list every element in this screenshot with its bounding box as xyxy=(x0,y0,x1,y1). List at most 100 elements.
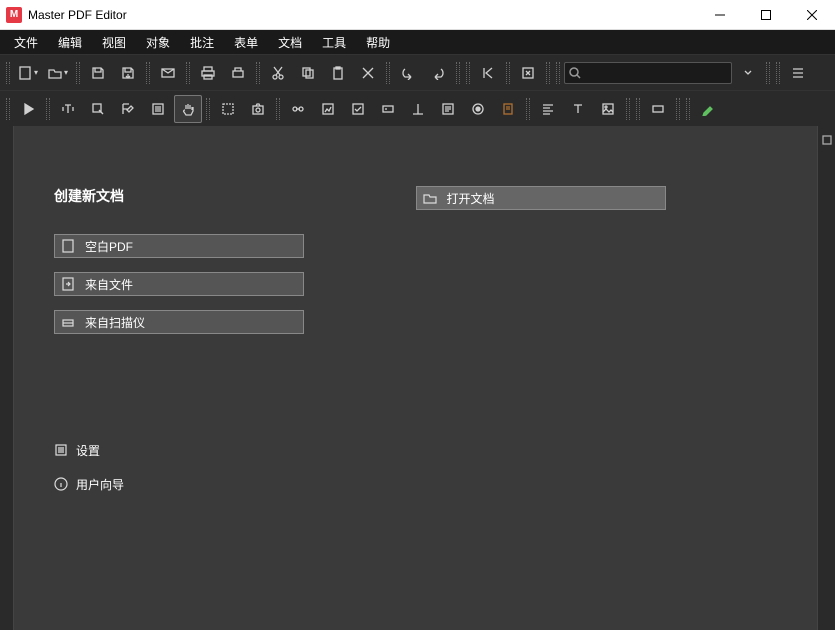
separator xyxy=(634,91,642,126)
app-icon: M xyxy=(6,7,22,23)
play-tool-button[interactable] xyxy=(14,95,42,123)
separator xyxy=(74,55,82,90)
separator xyxy=(254,55,262,90)
hand-tool-button[interactable] xyxy=(174,95,202,123)
window-title: Master PDF Editor xyxy=(28,8,127,22)
blank-page-icon xyxy=(61,239,75,253)
note-tool-button[interactable] xyxy=(434,95,462,123)
open-file-button[interactable]: 打开文档 xyxy=(416,186,666,210)
edit-object-tool-button[interactable] xyxy=(84,95,112,123)
user-guide-link[interactable]: 用户向导 xyxy=(54,472,124,496)
text-select-tool-button[interactable] xyxy=(54,95,82,123)
main-area: 创建新文档 空白PDF 来自文件 来自扫描仪 设置 用户向 xyxy=(0,126,835,630)
import-file-icon xyxy=(61,277,75,291)
marquee-tool-button[interactable] xyxy=(214,95,242,123)
separator xyxy=(4,91,12,126)
separator xyxy=(274,91,282,126)
copy-button[interactable] xyxy=(294,59,322,87)
vertical-line-tool-button[interactable] xyxy=(404,95,432,123)
blank-pdf-label: 空白PDF xyxy=(85,238,133,255)
separator xyxy=(144,55,152,90)
watermark-tool-button[interactable] xyxy=(314,95,342,123)
separator xyxy=(554,55,562,90)
menu-edit[interactable]: 编辑 xyxy=(48,31,92,54)
hamburger-menu-button[interactable] xyxy=(784,59,812,87)
align-tool-button[interactable] xyxy=(534,95,562,123)
marker-tool-button[interactable] xyxy=(694,95,722,123)
toolbar-tools xyxy=(0,90,835,126)
from-file-label: 来自文件 xyxy=(85,276,133,293)
delete-button[interactable] xyxy=(354,59,382,87)
user-guide-label: 用户向导 xyxy=(76,476,124,493)
attachment-tool-button[interactable] xyxy=(494,95,522,123)
minimize-button[interactable] xyxy=(697,0,743,30)
separator xyxy=(524,91,532,126)
blank-pdf-button[interactable]: 空白PDF xyxy=(54,234,304,258)
redo-button[interactable] xyxy=(424,59,452,87)
menu-form[interactable]: 表单 xyxy=(224,31,268,54)
from-scanner-button[interactable]: 来自扫描仪 xyxy=(54,310,304,334)
separator xyxy=(674,91,682,126)
separator xyxy=(774,55,782,90)
scan-button[interactable] xyxy=(224,59,252,87)
menu-file[interactable]: 文件 xyxy=(4,31,48,54)
menu-help[interactable]: 帮助 xyxy=(356,31,400,54)
separator xyxy=(764,55,772,90)
save-button[interactable] xyxy=(84,59,112,87)
link-tool-button[interactable] xyxy=(284,95,312,123)
separator xyxy=(4,55,12,90)
checkbox-tool-button[interactable] xyxy=(344,95,372,123)
properties-tool-button[interactable] xyxy=(144,95,172,123)
menu-tools[interactable]: 工具 xyxy=(312,31,356,54)
separator xyxy=(204,91,212,126)
menu-annotate[interactable]: 批注 xyxy=(180,31,224,54)
print-button[interactable] xyxy=(194,59,222,87)
undo-button[interactable] xyxy=(394,59,422,87)
separator xyxy=(184,55,192,90)
search-box[interactable] xyxy=(564,62,732,84)
separator xyxy=(624,91,632,126)
separator xyxy=(504,55,512,90)
separator xyxy=(454,55,462,90)
save-as-button[interactable] xyxy=(114,59,142,87)
email-button[interactable] xyxy=(154,59,182,87)
right-panel-tab-1[interactable] xyxy=(818,126,835,154)
form-edit-tool-button[interactable] xyxy=(114,95,142,123)
maximize-button[interactable] xyxy=(743,0,789,30)
rectangle-tool-button[interactable] xyxy=(644,95,672,123)
menubar: 文件 编辑 视图 对象 批注 表单 文档 工具 帮助 xyxy=(0,30,835,54)
record-tool-button[interactable] xyxy=(464,95,492,123)
toolbar-main xyxy=(0,54,835,90)
paste-button[interactable] xyxy=(324,59,352,87)
separator xyxy=(464,55,472,90)
settings-label: 设置 xyxy=(76,442,100,459)
close-button[interactable] xyxy=(789,0,835,30)
new-file-button[interactable] xyxy=(14,59,42,87)
menu-object[interactable]: 对象 xyxy=(136,31,180,54)
create-title: 创建新文档 xyxy=(54,186,124,206)
settings-icon xyxy=(54,443,68,457)
snapshot-tool-button[interactable] xyxy=(244,95,272,123)
left-gutter xyxy=(0,126,14,630)
settings-link[interactable]: 设置 xyxy=(54,438,124,462)
text-tool-button[interactable] xyxy=(564,95,592,123)
fit-page-button[interactable] xyxy=(514,59,542,87)
scanner-icon xyxy=(61,315,75,329)
menu-document[interactable]: 文档 xyxy=(268,31,312,54)
separator xyxy=(544,55,552,90)
start-screen: 创建新文档 空白PDF 来自文件 来自扫描仪 设置 用户向 xyxy=(14,126,817,630)
cut-button[interactable] xyxy=(264,59,292,87)
info-icon xyxy=(54,477,68,491)
menu-view[interactable]: 视图 xyxy=(92,31,136,54)
image-tool-button[interactable] xyxy=(594,95,622,123)
search-dropdown-button[interactable] xyxy=(734,59,762,87)
from-file-button[interactable]: 来自文件 xyxy=(54,272,304,296)
separator xyxy=(44,91,52,126)
search-icon xyxy=(569,67,581,79)
open-folder-button[interactable] xyxy=(44,59,72,87)
titlebar: M Master PDF Editor xyxy=(0,0,835,30)
open-file-label: 打开文档 xyxy=(447,190,495,207)
first-page-button[interactable] xyxy=(474,59,502,87)
search-input[interactable] xyxy=(585,67,727,79)
form-field-tool-button[interactable] xyxy=(374,95,402,123)
